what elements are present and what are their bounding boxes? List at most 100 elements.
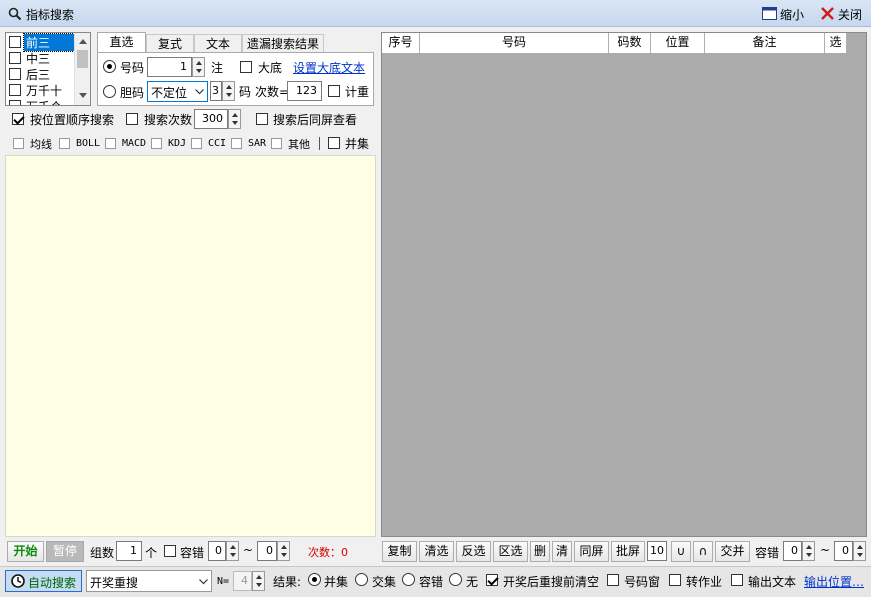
clear-before-research-checkbox[interactable] xyxy=(486,574,498,586)
position-checkbox[interactable] xyxy=(9,52,21,64)
same-screen-button[interactable]: 同屏 xyxy=(574,541,609,562)
indicator-checkbox-boll[interactable] xyxy=(59,138,70,149)
grid-header-note[interactable]: 备注 xyxy=(705,33,825,53)
number-window-checkbox[interactable] xyxy=(607,574,619,586)
to-job-checkbox[interactable] xyxy=(669,574,681,586)
haoma-label: 号码 xyxy=(120,61,145,75)
danma-select[interactable]: 不定位 xyxy=(147,81,208,102)
grid-header-position[interactable]: 位置 xyxy=(651,33,705,53)
position-checkbox[interactable] xyxy=(9,68,21,80)
close-button[interactable]: 关闭 xyxy=(821,6,867,22)
indicator-label: SAR xyxy=(248,138,267,149)
list-scrollbar[interactable] xyxy=(74,33,90,105)
left-tol-from-spinner[interactable] xyxy=(226,541,239,561)
ge-label: 个 xyxy=(145,546,158,560)
intersect-button[interactable]: ∩ xyxy=(693,541,713,562)
indicator-checkbox-sar[interactable] xyxy=(231,138,242,149)
delete-button[interactable]: 删 xyxy=(530,541,550,562)
position-checkbox[interactable] xyxy=(9,36,21,48)
left-tol-from-input[interactable]: 0 xyxy=(208,541,226,561)
union-checkbox[interactable] xyxy=(328,137,340,149)
haoma-input[interactable]: 1 xyxy=(147,57,192,77)
copy-button[interactable]: 复制 xyxy=(382,541,417,562)
search-count-spinner[interactable] xyxy=(228,109,241,129)
indicator-checkbox-other[interactable] xyxy=(271,138,282,149)
indicator-checkbox-kdj[interactable] xyxy=(151,138,162,149)
left-tol-to-spinner[interactable] xyxy=(277,541,290,561)
grid-header-index[interactable]: 序号 xyxy=(382,33,420,53)
output-text-checkbox[interactable] xyxy=(731,574,743,586)
search-count-checkbox[interactable] xyxy=(126,113,138,125)
clear-button[interactable]: 清 xyxy=(552,541,572,562)
tab-text[interactable]: 文本 xyxy=(194,34,242,53)
n-input[interactable]: 4 xyxy=(233,571,252,591)
tab-direct[interactable]: 直选 xyxy=(97,32,146,53)
indicator-label: MACD xyxy=(122,138,147,149)
ma-input[interactable]: 3 xyxy=(210,81,222,101)
scroll-down-icon[interactable] xyxy=(79,93,87,98)
list-item[interactable]: 万千个 xyxy=(7,98,77,105)
divider xyxy=(319,137,320,150)
start-button[interactable]: 开始 xyxy=(7,541,44,562)
results-grid[interactable] xyxy=(381,32,867,537)
grid-header-count[interactable]: 码数 xyxy=(609,33,651,53)
right-tol-from-input[interactable]: 0 xyxy=(783,541,802,561)
search-count-input[interactable]: 300 xyxy=(194,109,228,129)
group-input[interactable]: 1 xyxy=(116,541,142,561)
result-label: 结果: xyxy=(273,575,302,589)
output-position-link[interactable]: 输出位置… xyxy=(804,573,864,590)
search-icon xyxy=(8,7,22,21)
tab-compound[interactable]: 复式 xyxy=(146,34,194,53)
haoma-radio[interactable] xyxy=(103,60,116,73)
range-select-button[interactable]: 区选 xyxy=(493,541,528,562)
indicator-checkbox-ma[interactable] xyxy=(13,138,24,149)
list-item[interactable]: 万千十 xyxy=(7,82,77,98)
indicator-checkbox-cci[interactable] xyxy=(191,138,202,149)
mode-select[interactable]: 开奖重搜 xyxy=(86,570,212,592)
left-tol-to-input[interactable]: 0 xyxy=(257,541,277,561)
window-minimize-icon xyxy=(762,7,777,20)
result-none-radio[interactable] xyxy=(449,573,462,586)
left-tolerance-checkbox[interactable] xyxy=(164,545,176,557)
result-option-label: 容错 xyxy=(419,575,444,589)
intersect-union-button[interactable]: 交并 xyxy=(715,541,750,562)
order-search-checkbox[interactable] xyxy=(12,113,24,125)
dadi-checkbox[interactable] xyxy=(240,61,252,73)
position-checkbox[interactable] xyxy=(9,100,21,105)
ma-spinner[interactable] xyxy=(222,81,235,101)
right-tol-from-spinner[interactable] xyxy=(802,541,815,561)
auto-search-button[interactable]: 自动搜索 xyxy=(5,570,82,592)
scroll-thumb[interactable] xyxy=(77,50,88,68)
minimize-button[interactable]: 缩小 xyxy=(761,6,819,22)
clear-selection-button[interactable]: 清选 xyxy=(419,541,454,562)
batch-screen-button[interactable]: 批屏 xyxy=(611,541,645,562)
result-union-radio[interactable] xyxy=(308,573,321,586)
result-intersect-radio[interactable] xyxy=(355,573,368,586)
result-tolerance-radio[interactable] xyxy=(402,573,415,586)
set-dadi-link[interactable]: 设置大底文本 xyxy=(293,59,365,76)
right-tol-to-spinner[interactable] xyxy=(853,541,866,561)
cishu-input[interactable]: 123 xyxy=(287,81,322,101)
right-tol-to-input[interactable]: 0 xyxy=(834,541,853,561)
position-checkbox[interactable] xyxy=(9,84,21,96)
danma-radio[interactable] xyxy=(103,85,116,98)
haoma-spinner[interactable] xyxy=(192,57,205,77)
grid-header-select[interactable]: 选 xyxy=(825,33,847,53)
same-screen-checkbox[interactable] xyxy=(256,113,268,125)
left-tolerance-label: 容错 xyxy=(180,546,205,560)
scroll-up-icon[interactable] xyxy=(79,39,87,44)
n-spinner[interactable] xyxy=(252,571,265,591)
list-item[interactable]: 中三 xyxy=(7,50,77,66)
position-list[interactable]: 前三 中三 后三 万千十 万千个 xyxy=(5,32,91,106)
indicator-checkbox-macd[interactable] xyxy=(105,138,116,149)
jizhong-checkbox[interactable] xyxy=(328,85,340,97)
search-text-area[interactable] xyxy=(5,155,376,537)
list-item[interactable]: 后三 xyxy=(7,66,77,82)
tab-missing-results[interactable]: 遗漏搜索结果 xyxy=(242,34,324,53)
batch-screen-input[interactable]: 10 xyxy=(647,541,667,561)
union-button[interactable]: ∪ xyxy=(671,541,691,562)
pause-button[interactable]: 暂停 xyxy=(46,541,84,562)
invert-selection-button[interactable]: 反选 xyxy=(456,541,491,562)
list-item[interactable]: 前三 xyxy=(7,33,77,52)
grid-header-number[interactable]: 号码 xyxy=(420,33,609,53)
